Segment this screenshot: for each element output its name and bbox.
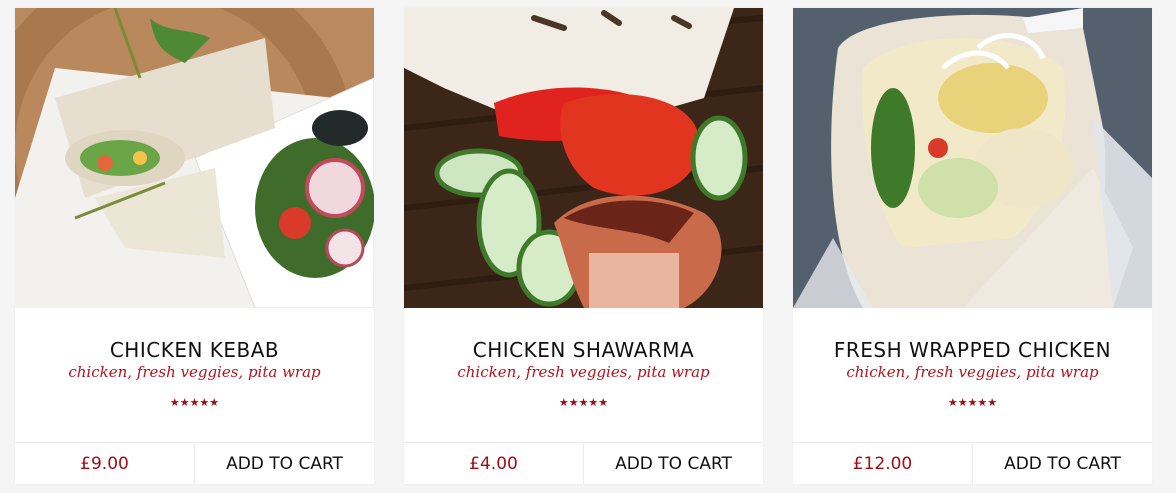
product-description: chicken, fresh veggies, pita wrap bbox=[457, 363, 710, 381]
product-card-fresh-wrapped-chicken: FRESH WRAPPED CHICKEN chicken, fresh veg… bbox=[793, 8, 1152, 484]
rating-stars-icon: ★★★★★ bbox=[169, 397, 220, 409]
product-image-chicken-kebab[interactable] bbox=[15, 8, 374, 308]
product-card-chicken-shawarma: CHICKEN SHAWARMA chicken, fresh veggies,… bbox=[404, 8, 763, 484]
product-title[interactable]: FRESH WRAPPED CHICKEN bbox=[834, 339, 1111, 361]
product-title[interactable]: CHICKEN SHAWARMA bbox=[473, 339, 694, 361]
product-description: chicken, fresh veggies, pita wrap bbox=[68, 363, 321, 381]
product-card-chicken-kebab: CHICKEN KEBAB chicken, fresh veggies, pi… bbox=[15, 8, 374, 484]
product-footer: £12.00 ADD TO CART bbox=[793, 442, 1152, 484]
product-image-fresh-wrapped-chicken[interactable] bbox=[793, 8, 1152, 308]
product-price: £12.00 bbox=[793, 443, 973, 484]
add-to-cart-button[interactable]: ADD TO CART bbox=[195, 443, 374, 484]
add-to-cart-button[interactable]: ADD TO CART bbox=[584, 443, 763, 484]
product-description: chicken, fresh veggies, pita wrap bbox=[846, 363, 1099, 381]
product-info: CHICKEN SHAWARMA chicken, fresh veggies,… bbox=[404, 308, 763, 442]
product-image-chicken-shawarma[interactable] bbox=[404, 8, 763, 308]
product-info: CHICKEN KEBAB chicken, fresh veggies, pi… bbox=[15, 308, 374, 442]
product-price: £9.00 bbox=[15, 443, 195, 484]
product-info: FRESH WRAPPED CHICKEN chicken, fresh veg… bbox=[793, 308, 1152, 442]
add-to-cart-button[interactable]: ADD TO CART bbox=[973, 443, 1152, 484]
product-footer: £4.00 ADD TO CART bbox=[404, 442, 763, 484]
rating-stars-icon: ★★★★★ bbox=[558, 397, 609, 409]
product-title[interactable]: CHICKEN KEBAB bbox=[110, 339, 279, 361]
product-grid: CHICKEN KEBAB chicken, fresh veggies, pi… bbox=[15, 8, 1152, 484]
rating-stars-icon: ★★★★★ bbox=[947, 397, 998, 409]
product-price: £4.00 bbox=[404, 443, 584, 484]
product-footer: £9.00 ADD TO CART bbox=[15, 442, 374, 484]
